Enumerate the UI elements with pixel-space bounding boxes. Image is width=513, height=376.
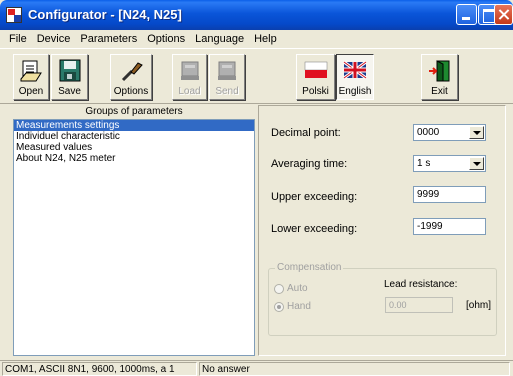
decimal-point-label: Decimal point: bbox=[271, 127, 341, 139]
polski-button[interactable]: Polski bbox=[296, 54, 335, 100]
load-label: Load bbox=[178, 86, 201, 97]
save-label: Save bbox=[58, 86, 81, 97]
toolbar: Open Save Options Load Send Polski Engli… bbox=[0, 48, 513, 104]
app-icon bbox=[6, 7, 22, 23]
save-button[interactable]: Save bbox=[51, 54, 88, 100]
hand-radio-label: Hand bbox=[287, 301, 311, 312]
list-item[interactable]: Measured values bbox=[14, 142, 254, 153]
list-item[interactable]: Individuel characteristic bbox=[14, 131, 254, 142]
exit-label: Exit bbox=[431, 86, 448, 97]
lead-resistance-value: 0.00 bbox=[389, 300, 407, 310]
menu-parameters[interactable]: Parameters bbox=[75, 33, 142, 45]
groups-list[interactable]: Measurements settings Individuel charact… bbox=[13, 119, 255, 356]
upper-exceeding-input[interactable]: 9999 bbox=[413, 186, 486, 203]
lower-exceeding-input[interactable]: -1999 bbox=[413, 218, 486, 235]
compensation-group: Compensation Auto Hand Lead resistance: … bbox=[268, 262, 497, 336]
auto-radio-row[interactable]: Auto bbox=[274, 283, 308, 294]
list-item[interactable]: Measurements settings bbox=[14, 120, 254, 131]
upper-exceeding-value: 9999 bbox=[417, 189, 440, 200]
poland-flag-icon bbox=[304, 61, 327, 78]
answer-status: No answer bbox=[199, 362, 510, 376]
list-item[interactable]: About N24, N25 meter bbox=[14, 153, 254, 164]
screwdriver-icon bbox=[121, 62, 143, 82]
open-label: Open bbox=[18, 86, 44, 97]
decimal-point-select[interactable]: 0000 bbox=[413, 124, 486, 141]
chevron-down-icon[interactable] bbox=[469, 157, 484, 170]
groups-header: Groups of parameters bbox=[85, 106, 183, 117]
menu-device[interactable]: Device bbox=[32, 33, 76, 45]
load-button[interactable]: Load bbox=[172, 54, 207, 100]
send-button[interactable]: Send bbox=[209, 54, 245, 100]
connection-status: COM1, ASCII 8N1, 9600, 1000ms, a 1 bbox=[2, 362, 197, 376]
menu-language[interactable]: Language bbox=[190, 33, 249, 45]
options-button[interactable]: Options bbox=[110, 54, 152, 100]
polski-label: Polski bbox=[302, 86, 329, 97]
uk-flag-icon bbox=[343, 60, 367, 80]
averaging-time-select[interactable]: 1 s bbox=[413, 155, 486, 172]
menu-bar: File Device Parameters Options Language … bbox=[0, 30, 513, 48]
menu-help[interactable]: Help bbox=[249, 33, 282, 45]
auto-radio-label: Auto bbox=[287, 283, 308, 294]
lower-exceeding-value: -1999 bbox=[417, 221, 443, 232]
title-bar[interactable]: Configurator - [N24, N25] bbox=[0, 0, 513, 30]
load-icon bbox=[180, 61, 199, 80]
decimal-point-value: 0000 bbox=[417, 127, 440, 138]
open-button[interactable]: Open bbox=[13, 54, 49, 100]
upper-exceeding-label: Upper exceeding: bbox=[271, 191, 358, 203]
lead-resistance-input[interactable]: 0.00 bbox=[385, 297, 453, 313]
menu-options[interactable]: Options bbox=[142, 33, 190, 45]
english-label: English bbox=[338, 86, 372, 97]
send-icon bbox=[218, 61, 236, 80]
menu-file[interactable]: File bbox=[4, 33, 32, 45]
groups-panel: Groups of parameters Measurements settin… bbox=[13, 106, 255, 356]
hand-radio-row[interactable]: Hand bbox=[274, 301, 311, 312]
compensation-title: Compensation bbox=[275, 262, 344, 273]
lead-resistance-label: Lead resistance: bbox=[384, 279, 458, 290]
exit-button[interactable]: Exit bbox=[421, 54, 458, 100]
exit-door-icon bbox=[428, 60, 449, 82]
averaging-time-label: Averaging time: bbox=[271, 158, 348, 170]
open-icon bbox=[20, 60, 42, 82]
settings-panel: Decimal point: 0000 Averaging time: 1 s … bbox=[258, 105, 506, 356]
ohm-unit-label: [ohm] bbox=[466, 300, 492, 311]
send-label: Send bbox=[215, 86, 239, 97]
close-button[interactable] bbox=[494, 4, 513, 25]
lower-exceeding-label: Lower exceeding: bbox=[271, 223, 358, 235]
status-bar: COM1, ASCII 8N1, 9600, 1000ms, a 1 No an… bbox=[0, 360, 513, 376]
auto-radio[interactable] bbox=[274, 283, 284, 294]
window-title: Configurator - [N24, N25] bbox=[28, 7, 182, 22]
floppy-icon bbox=[59, 59, 80, 82]
averaging-time-value: 1 s bbox=[417, 158, 431, 169]
options-label: Options bbox=[113, 86, 149, 97]
chevron-down-icon[interactable] bbox=[469, 126, 484, 139]
english-button[interactable]: English bbox=[336, 54, 374, 100]
hand-radio[interactable] bbox=[274, 301, 284, 312]
minimize-button[interactable] bbox=[456, 4, 477, 25]
